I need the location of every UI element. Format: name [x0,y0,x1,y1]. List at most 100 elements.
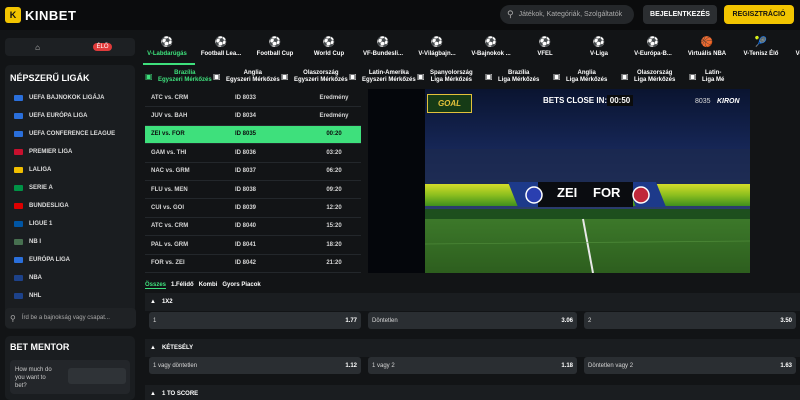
odds-label: 1 vagy döntetlen [153,362,198,369]
sidebar-league-item[interactable]: SERIE A [5,179,135,197]
odds-button[interactable]: 1 vagy 2 1.18 [368,357,577,374]
sport-tab[interactable]: ⚽ VFEL [518,30,572,64]
league-tab[interactable]: ▣ Olaszország Liga Mérkőzés [616,65,684,89]
league-tab-line2: Egyszeri Mérkőzés [158,77,212,83]
odds-label: 1 [153,317,157,324]
market-header[interactable]: ▲ 1 TO SCORE [145,385,800,400]
league-tab[interactable]: ▣ Latin-Amerika Egyszeri Mérkőzés [344,65,416,89]
sport-tab[interactable]: ⚽ Football Cup [248,30,302,64]
odds-value: 3.06 [561,317,573,324]
league-tab-label: Latin- Liga Mé [702,70,724,84]
league-tab-icon: ▣ [689,72,697,81]
logo-text: KINBET [25,7,77,23]
league-tab-line1: Brazília [174,70,196,76]
sport-tab[interactable]: ⚽ VF-Bundesli... [356,30,410,64]
league-label: SERIE A [29,185,53,191]
league-tab[interactable]: ▣ Olaszország Egyszeri Mérkőzés [276,65,348,89]
sport-tab[interactable]: ⚾V-Baseball I... [788,30,800,64]
league-flag-icon [14,131,23,137]
sport-tab[interactable]: ⚽ Football Lea... [194,30,248,64]
fixture-row[interactable]: GAM vs. THI ID 8036 03:20 [145,144,361,163]
league-tab[interactable]: ▣ Brazília Liga Mérkőzés [480,65,548,89]
league-tab[interactable]: ▣ Latin- Liga Mé [684,65,752,89]
fixture-row[interactable]: CUI vs. GOI ID 8039 12:20 [145,199,361,218]
sport-tab[interactable]: ⚽ V-Bajnokok ... [464,30,518,64]
logo-badge: K [5,7,21,23]
market-filter-tab[interactable]: Gyors Piacok [222,282,260,288]
sidebar-league-item[interactable]: UEFA BAJNOKOK LIGÁJA [5,89,135,107]
fixture-id: ID 8039 [235,205,257,212]
market-filter-tab[interactable]: 1.Félidő [171,282,194,288]
sidebar-league-item[interactable]: LALIGA [5,161,135,179]
league-search-input[interactable]: ⚲ Írd be a bajnokság vagy csapat... [5,308,136,328]
sidebar-league-item[interactable]: LIGUE 1 [5,215,135,233]
odds-button[interactable]: 1 vagy döntetlen 1.12 [149,357,361,374]
sport-tab[interactable]: ⚽ V-Liga [572,30,626,64]
fixture-row[interactable]: FOR vs. ZEI ID 8042 21:20 [145,255,361,273]
fixture-status: 00:20 [326,131,342,138]
sport-tab-label: V-Liga [589,51,608,57]
home-tab[interactable]: ⌂ [5,38,70,56]
market-filter-tab[interactable]: Összes [145,282,167,289]
fixtures-list: ATC vs. CRM ID 8033 Eredmény JUV vs. BAH ID … [145,89,361,273]
league-tab-icon: ▣ [213,72,221,81]
fixture-row[interactable]: ATC vs. CRM ID 8040 15:20 [145,218,361,237]
league-tab[interactable]: ▣ Brazília Egyszeri Mérkőzés [140,65,212,89]
fixture-match: FLU vs. MEN [151,186,188,193]
league-flag-icon [14,293,23,299]
market-filter-tab[interactable]: Kombi [199,282,218,288]
league-tab-line1: Anglia [243,70,263,76]
fixture-row[interactable]: PAL vs. GRM ID 8041 18:20 [145,236,361,255]
fixture-match: GAM vs. THI [151,149,187,156]
odds-button[interactable]: Döntetlen 3.06 [368,312,577,329]
sidebar-league-item[interactable]: EURÓPA LIGA [5,251,135,269]
league-tab[interactable]: ▣ Anglia Liga Mérkőzés [548,65,616,89]
register-button[interactable]: REGISZTRÁCIÓ [724,5,794,24]
fixture-row[interactable]: NAC vs. GRM ID 8037 06:20 [145,163,361,181]
odds-button[interactable]: 1 1.77 [149,312,361,329]
search-placeholder: Játékok, Kategóriák, Szolgáltatók [518,11,623,18]
fixture-row[interactable]: ATC vs. CRM ID 8033 Eredmény [145,89,361,108]
fixture-row[interactable]: FLU vs. MEN ID 8038 09:20 [145,181,361,200]
bet-amount-input[interactable] [68,368,126,384]
sidebar-league-item[interactable]: NB I [5,233,135,251]
sidebar-league-item[interactable]: NBA [5,269,135,287]
sport-tab[interactable]: ⚽ V-Labdarúgás [140,30,194,64]
league-tab-line1: Latin-Amerika [368,70,409,76]
login-button[interactable]: BEJELENTKEZÉS [643,5,717,24]
sidebar-league-item[interactable]: BUNDESLIGA [5,197,135,215]
sport-tab[interactable]: ⚽ V-Világbajn... [410,30,464,64]
league-flag-icon [14,95,23,101]
odds-button[interactable]: Döntetlen vagy 2 1.63 [584,357,796,374]
sport-tab-label: VF-Bundesli... [362,51,403,57]
league-tab-icon: ▣ [553,72,561,81]
fixture-row[interactable]: ZEI vs. FOR ID 8035 00:20 [145,125,361,145]
sidebar-league-item[interactable]: PREMIER LIGA [5,143,135,161]
fixture-row[interactable]: JUV vs. BAH ID 8034 Eredmény [145,107,361,126]
game-search-input[interactable]: ⚲ Játékok, Kategóriák, Szolgáltatók [500,5,634,24]
sidebar-league-item[interactable]: UEFA EURÓPA LIGA [5,107,135,125]
odds-button[interactable]: 2 3.50 [584,312,796,329]
sport-tab[interactable]: 🎾 V-Tenisz Élő [734,30,788,64]
logo[interactable]: K KINBET [5,7,76,23]
sport-tab[interactable]: ⚽ World Cup [302,30,356,64]
league-tab-line1: Spanyolország [430,70,473,76]
league-tab-line2: Liga Mérkőzés [634,77,676,83]
fixture-status: 15:20 [326,223,342,230]
sidebar-league-item[interactable]: UEFA CONFERENCE LEAGUE [5,125,135,143]
league-flag-icon [14,221,23,227]
league-flag-icon [14,257,23,263]
sport-tab[interactable]: ⚽ V-Európa-B... [626,30,680,64]
league-tab[interactable]: ▣ Spanyolország Liga Mérkőzés [412,65,480,89]
sport-tab-label: V-Labdarúgás [147,51,187,57]
live-tab[interactable]: ÉLŐ [70,38,135,56]
market-header[interactable]: ▲ 1X2 [145,293,800,311]
league-tab[interactable]: ▣ Anglia Egyszeri Mérkőzés [208,65,280,89]
market-header[interactable]: ▲ KÉTESÉLY [145,339,800,357]
sport-tab-label: World Cup [313,51,345,57]
sport-tab[interactable]: 🏀 Virtuális NBA [680,30,734,64]
league-tab-line2: Liga Mérkőzés [430,77,473,83]
bet-mentor-title: BET MENTOR [10,342,70,352]
league-flag-icon [14,185,23,191]
sidebar-league-item[interactable]: NHL [5,287,135,305]
